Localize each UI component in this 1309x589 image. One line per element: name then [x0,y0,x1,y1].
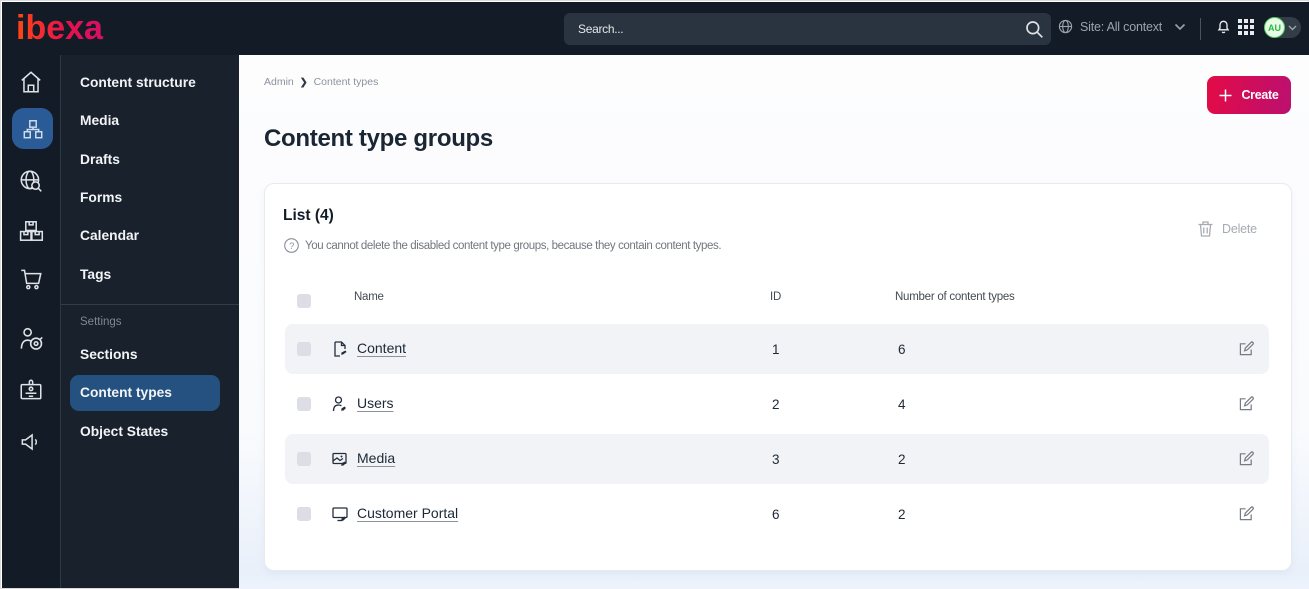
svg-text:?: ? [289,241,294,251]
svg-text:ibexa: ibexa [16,9,104,45]
